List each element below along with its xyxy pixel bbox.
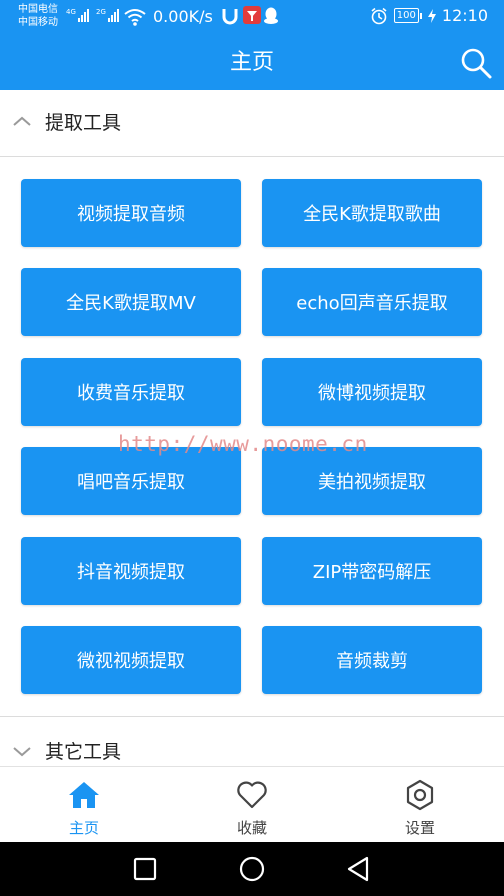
wifi-icon: [124, 9, 146, 26]
nav-label-favorites: 收藏: [236, 819, 267, 837]
section-header-other-tools[interactable]: 其它工具: [0, 717, 504, 767]
recent-apps-icon[interactable]: [132, 855, 158, 883]
app-bar: 主页: [0, 36, 504, 90]
chevron-up-icon: [13, 116, 31, 126]
carrier-names: 中国电信 中国移动: [18, 3, 58, 29]
notification-app-icon: [243, 6, 261, 24]
divider: [0, 156, 504, 157]
network-type-1: 4G: [66, 8, 76, 16]
chevron-down-icon: [13, 747, 31, 757]
tool-button-video-to-audio[interactable]: 视频提取音频: [21, 179, 241, 247]
carrier-2: 中国移动: [18, 17, 58, 28]
tool-button-meipai-video[interactable]: 美拍视频提取: [262, 447, 482, 515]
tool-button-quanmin-mv[interactable]: 全民K歌提取MV: [21, 268, 241, 336]
charging-icon: [427, 8, 436, 23]
clock: 12:10: [441, 6, 488, 25]
carrier-1: 中国电信: [18, 4, 58, 15]
alarm-icon: [371, 7, 387, 24]
system-navigation-bar: [0, 842, 504, 896]
tool-button-weibo-video[interactable]: 微博视频提取: [262, 358, 482, 426]
nav-tab-favorites[interactable]: 收藏: [168, 767, 336, 843]
tool-button-paid-music[interactable]: 收费音乐提取: [21, 358, 241, 426]
battery-icon: 100: [393, 8, 422, 23]
watermark-text: http://www.noome.cn: [118, 432, 368, 456]
search-icon[interactable]: [458, 45, 494, 81]
back-triangle-icon[interactable]: [346, 855, 372, 883]
magnet-icon: [222, 9, 238, 25]
network-type-2: 2G: [96, 8, 106, 16]
nav-tab-home[interactable]: 主页: [0, 767, 168, 843]
nav-label-home: 主页: [68, 819, 99, 837]
status-bar: 中国电信 中国移动 4G 2G 0.00K/s 100 12:10: [0, 0, 504, 36]
network-speed: 0.00K/s: [153, 7, 213, 26]
status-right: 100 12:10: [370, 6, 488, 25]
tool-button-quanmin-song[interactable]: 全民K歌提取歌曲: [262, 179, 482, 247]
signal-2-icon: 2G: [96, 8, 119, 22]
heart-icon: [237, 781, 267, 809]
signal-1-icon: 4G: [66, 8, 89, 22]
qq-icon: [264, 7, 278, 24]
tool-button-zip-unzip[interactable]: ZIP带密码解压: [262, 537, 482, 605]
tool-button-changba-music[interactable]: 唱吧音乐提取: [21, 447, 241, 515]
section-header-extract-tools[interactable]: 提取工具: [0, 90, 504, 156]
battery-level: 100: [393, 8, 419, 23]
tool-button-douyin-video[interactable]: 抖音视频提取: [21, 537, 241, 605]
tool-button-audio-trim[interactable]: 音频裁剪: [262, 626, 482, 694]
tool-button-echo-music[interactable]: echo回声音乐提取: [262, 268, 482, 336]
nav-label-settings: 设置: [404, 819, 435, 837]
settings-icon: [406, 779, 434, 811]
home-icon: [69, 782, 99, 808]
home-circle-icon[interactable]: [238, 855, 266, 883]
bottom-navigation: 主页 收藏 设置: [0, 766, 504, 843]
page-title: 主页: [229, 50, 274, 75]
nav-tab-settings[interactable]: 设置: [336, 767, 504, 843]
tool-button-weishi-video[interactable]: 微视视频提取: [21, 626, 241, 694]
section-label: 提取工具: [45, 112, 122, 134]
